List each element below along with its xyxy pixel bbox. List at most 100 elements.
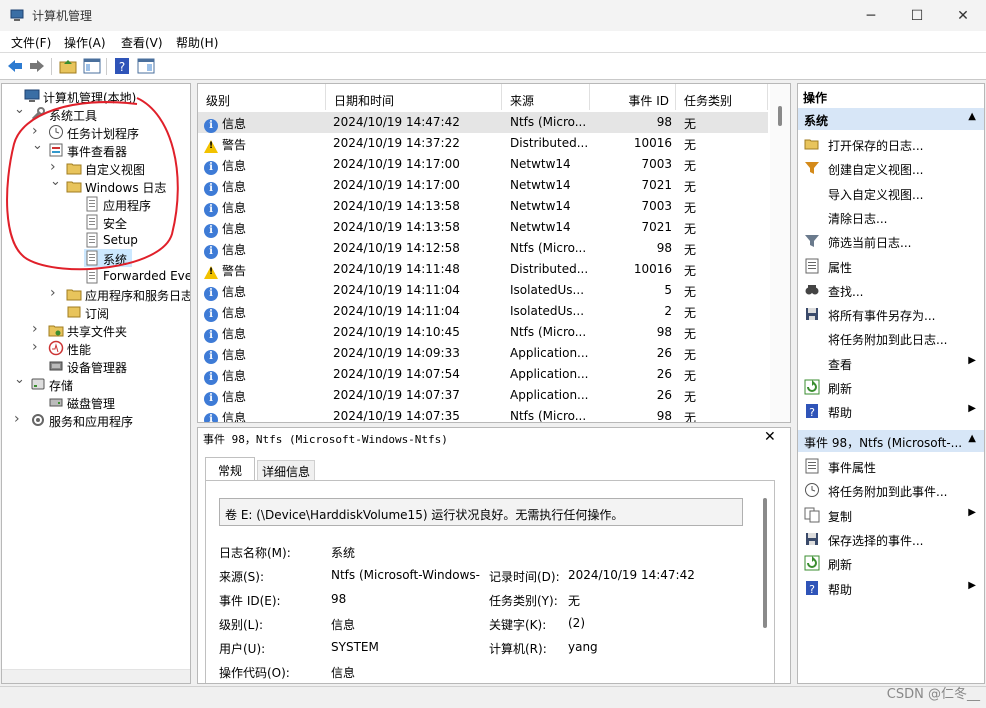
level-value: 信息 (331, 618, 356, 632)
column-header-datetime[interactable]: 日期和时间 (326, 84, 502, 110)
submenu-arrow-icon: ▶ (968, 579, 976, 591)
column-header-level[interactable]: 级别 (198, 84, 326, 110)
expanded-chevron-icon[interactable]: ⌄ (50, 174, 61, 189)
table-row[interactable]: i 信息 2024/10/19 14:13:58 Netwtw14 7021 无 (198, 217, 768, 238)
action-item-label: 属性 (828, 260, 853, 275)
shared-folder-icon (48, 325, 64, 337)
maximize-button[interactable]: ☐ (894, 0, 940, 31)
cell-datetime: 2024/10/19 14:47:42 (333, 115, 460, 129)
scrollbar-thumb[interactable] (778, 106, 782, 126)
expanded-chevron-icon[interactable]: ⌄ (14, 372, 25, 387)
cell-datetime: 2024/10/19 14:17:00 (333, 157, 460, 171)
forward-arrow-icon[interactable] (28, 57, 46, 75)
action-item[interactable]: 筛选当前日志... (798, 229, 984, 253)
tree-node-label: Setup (103, 233, 138, 247)
table-row[interactable]: i 信息 2024/10/19 14:11:04 IsolatedUs... 2 无 (198, 301, 768, 322)
action-item[interactable]: 打开保存的日志... (798, 132, 984, 156)
cell-category: 无 (684, 285, 697, 299)
table-row[interactable]: i 信息 2024/10/19 14:10:45 Ntfs (Micro... 98 无 (198, 322, 768, 343)
menu-file[interactable]: 文件(F) (11, 34, 51, 51)
column-header-source[interactable]: 来源 (502, 84, 590, 110)
help-icon[interactable]: ? (113, 57, 131, 75)
cell-level: 警告 (222, 264, 247, 278)
cell-level: 警告 (222, 138, 247, 152)
action-item[interactable]: 创建自定义视图... (798, 156, 984, 180)
minimize-button[interactable]: ─ (848, 0, 894, 31)
section-header-system[interactable]: 系统 ▲ (798, 108, 984, 130)
action-item[interactable]: 将任务附加到此日志... (798, 326, 984, 350)
close-button[interactable]: ✕ (940, 0, 986, 31)
expanded-chevron-icon[interactable]: ⌄ (32, 138, 43, 153)
menu-help[interactable]: 帮助(H) (176, 34, 218, 51)
close-detail-button[interactable]: ✕ (764, 429, 776, 445)
column-header-event-id[interactable]: 事件 ID (590, 84, 676, 110)
action-item[interactable]: 将所有事件另存为... (798, 302, 984, 326)
open-log-icon (804, 139, 819, 150)
table-row[interactable]: 警告 2024/10/19 14:11:48 Distributed... 10016… (198, 259, 768, 280)
back-arrow-icon[interactable] (6, 57, 24, 75)
cell-source: Netwtw14 (510, 157, 571, 171)
list-vertical-scrollbar[interactable] (770, 84, 790, 422)
table-row[interactable]: i 信息 2024/10/19 14:17:00 Netwtw14 7021 无 (198, 175, 768, 196)
cell-id: 98 (656, 115, 672, 129)
action-item[interactable]: 复制 ▶ (798, 503, 984, 527)
action-item[interactable]: 刷新 (798, 551, 984, 575)
table-row[interactable]: i 信息 2024/10/19 14:07:35 Ntfs (Micro... 98 无 (198, 406, 768, 422)
event-id-value: 98 (331, 592, 347, 606)
table-row[interactable]: i 信息 2024/10/19 14:47:42 Ntfs (Micro... 98 无 (198, 112, 768, 133)
cell-id: 10016 (633, 136, 672, 150)
folder-icon (66, 163, 82, 175)
action-item-label: 创建自定义视图... (828, 163, 924, 178)
collapse-up-icon[interactable]: ▲ (968, 111, 976, 122)
show-hide-action-pane-icon[interactable] (137, 57, 155, 75)
cell-id: 26 (656, 367, 672, 381)
action-item-label: 帮助 (828, 406, 853, 421)
tab-details[interactable]: 详细信息 (257, 460, 315, 481)
collapsed-chevron-icon[interactable]: › (14, 411, 24, 427)
tree-node[interactable]: 系统 (84, 249, 132, 267)
detail-header: 事件 98，Ntfs (Microsoft-Windows-Ntfs) (203, 433, 448, 446)
table-row[interactable]: i 信息 2024/10/19 14:12:58 Ntfs (Micro... 98 无 (198, 238, 768, 259)
table-row[interactable]: i 信息 2024/10/19 14:09:33 Application... 26 无 (198, 343, 768, 364)
table-row[interactable]: 警告 2024/10/19 14:37:22 Distributed... 10016… (198, 133, 768, 154)
action-item[interactable]: 事件属性 (798, 454, 984, 478)
table-row[interactable]: i 信息 2024/10/19 14:07:37 Application... 26 无 (198, 385, 768, 406)
detail-scrollbar-thumb[interactable] (763, 498, 767, 628)
action-item[interactable]: ? 帮助 ▶ (798, 399, 984, 423)
collapsed-chevron-icon[interactable]: › (32, 339, 42, 355)
window-title: 计算机管理 (32, 9, 93, 23)
cell-category: 无 (684, 117, 697, 131)
menu-action[interactable]: 操作(A) (64, 34, 106, 51)
cell-source: Netwtw14 (510, 220, 571, 234)
tree-horizontal-scrollbar[interactable] (2, 669, 190, 683)
tree-node-label: 事件查看器 (67, 145, 128, 159)
properties-icon (805, 458, 819, 474)
column-header-task-category[interactable]: 任务类别 (676, 84, 768, 110)
action-item[interactable]: ? 帮助 ▶ (798, 576, 984, 600)
action-item[interactable]: 查找... (798, 278, 984, 302)
logged-label: 记录时间(D): (489, 570, 560, 584)
collapsed-chevron-icon[interactable]: › (50, 285, 60, 301)
menu-view[interactable]: 查看(V) (121, 34, 163, 51)
action-item[interactable]: 保存选择的事件... (798, 527, 984, 551)
action-item[interactable]: 查看 ▶ (798, 351, 984, 375)
action-item[interactable]: 属性 (798, 254, 984, 278)
collapsed-chevron-icon[interactable]: › (32, 321, 42, 337)
collapsed-chevron-icon[interactable]: › (32, 123, 42, 139)
table-row[interactable]: i 信息 2024/10/19 14:17:00 Netwtw14 7003 无 (198, 154, 768, 175)
table-row[interactable]: i 信息 2024/10/19 14:07:54 Application... 26 无 (198, 364, 768, 385)
expanded-chevron-icon[interactable]: ⌄ (14, 102, 25, 117)
action-item[interactable]: 刷新 (798, 375, 984, 399)
collapsed-chevron-icon[interactable]: › (50, 159, 60, 175)
action-item[interactable]: 清除日志... (798, 205, 984, 229)
cell-category: 无 (684, 369, 697, 383)
action-item[interactable]: 将任务附加到此事件... (798, 478, 984, 502)
collapse-up-icon[interactable]: ▲ (968, 433, 976, 444)
tab-general[interactable]: 常规 (205, 457, 255, 481)
table-row[interactable]: i 信息 2024/10/19 14:11:04 IsolatedUs... 5 无 (198, 280, 768, 301)
up-folder-icon[interactable] (59, 57, 77, 75)
section-header-event[interactable]: 事件 98，Ntfs (Microsoft-... ▲ (798, 430, 984, 452)
show-hide-tree-icon[interactable] (83, 57, 101, 75)
table-row[interactable]: i 信息 2024/10/19 14:13:58 Netwtw14 7003 无 (198, 196, 768, 217)
action-item[interactable]: 导入自定义视图... (798, 181, 984, 205)
